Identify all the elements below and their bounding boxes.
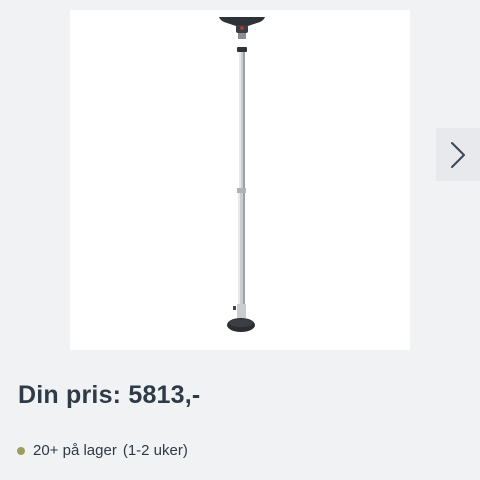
next-image-button[interactable] bbox=[436, 128, 480, 181]
chevron-right-icon bbox=[451, 141, 465, 168]
product-image[interactable] bbox=[70, 10, 410, 350]
stock-quantity: 20+ på lager bbox=[33, 442, 117, 459]
stock-status: 20+ på lager (1-2 uker) bbox=[17, 442, 188, 459]
stock-delivery-time: (1-2 uker) bbox=[122, 442, 188, 459]
product-page: Din pris: 5813,- 20+ på lager (1-2 uker) bbox=[0, 0, 480, 480]
price: Din pris: 5813,- bbox=[18, 381, 201, 409]
stock-status-dot bbox=[17, 446, 25, 455]
patio-heater-illustration bbox=[219, 17, 265, 332]
